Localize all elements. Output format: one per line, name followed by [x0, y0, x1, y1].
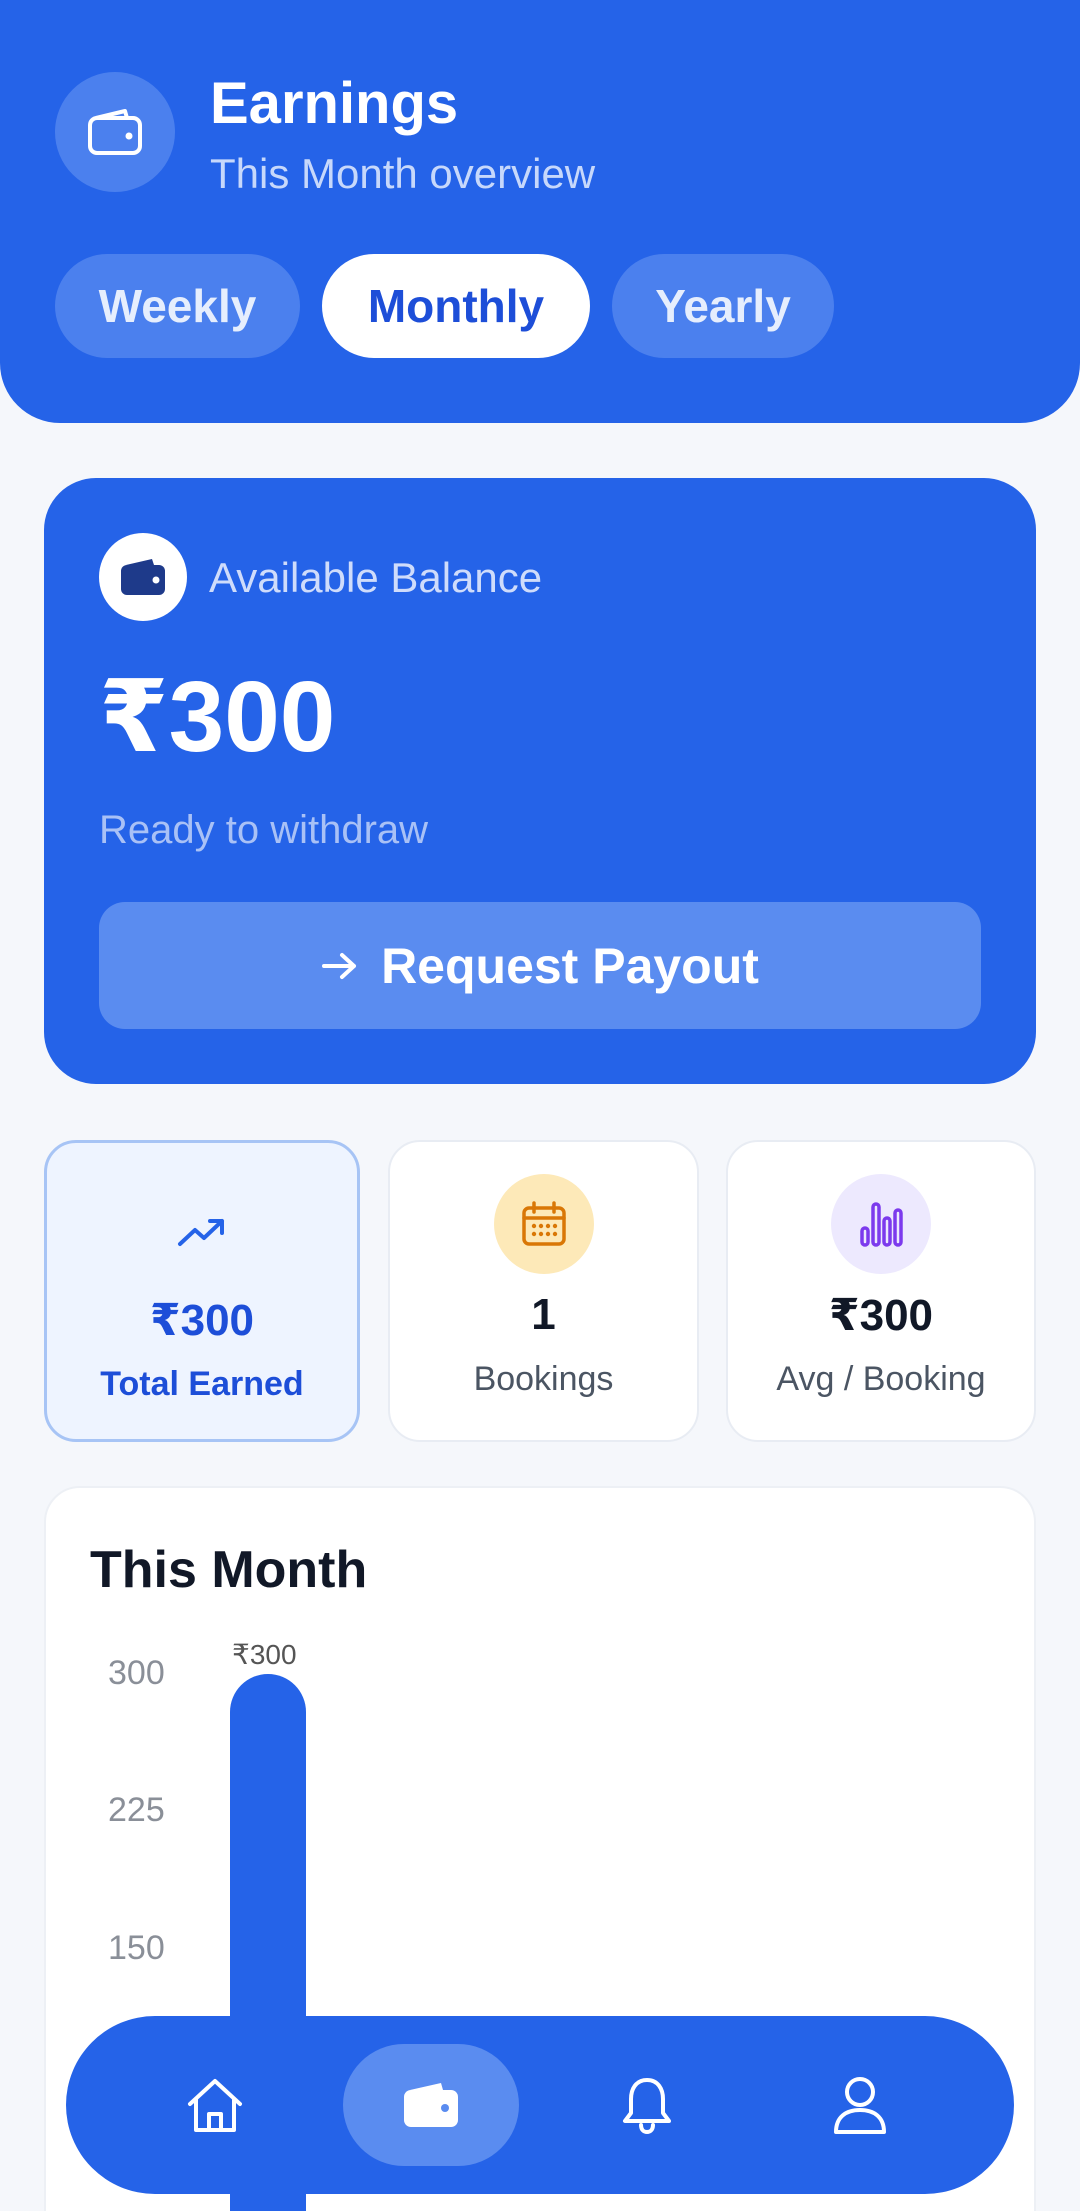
nav-home[interactable]	[127, 2044, 303, 2166]
wallet-icon	[404, 2083, 458, 2127]
wallet-icon	[99, 533, 187, 621]
y-tick-label: 225	[108, 1791, 165, 1829]
request-payout-button[interactable]: Request Payout	[99, 902, 981, 1029]
nav-profile[interactable]	[772, 2044, 948, 2166]
tab-yearly[interactable]: Yearly	[612, 254, 834, 358]
earnings-header: Earnings This Month overview Weekly Mont…	[0, 0, 1080, 423]
stat-label: Bookings	[473, 1360, 614, 1398]
y-tick-label: 300	[108, 1654, 165, 1692]
trending-up-icon	[152, 1183, 252, 1283]
nav-notifications[interactable]	[559, 2044, 735, 2166]
stat-label: Total Earned	[100, 1365, 304, 1403]
tab-monthly[interactable]: Monthly	[322, 254, 590, 358]
stat-total-earned: ₹300 Total Earned	[44, 1140, 360, 1442]
bottom-nav	[66, 2016, 1014, 2194]
balance-card: Available Balance ₹300 Ready to withdraw…	[44, 478, 1036, 1084]
stat-value: 1	[531, 1290, 556, 1339]
calendar-icon	[493, 1174, 594, 1274]
bell-icon	[623, 2078, 671, 2134]
page-subtitle: This Month overview	[210, 150, 596, 197]
balance-note: Ready to withdraw	[99, 808, 429, 852]
nav-wallet[interactable]	[343, 2044, 519, 2166]
tab-weekly[interactable]: Weekly	[55, 254, 300, 358]
page-title: Earnings	[210, 71, 459, 136]
arrow-right-icon	[322, 952, 357, 979]
user-icon	[834, 2077, 886, 2134]
home-icon	[188, 2079, 242, 2132]
bar-chart-icon	[831, 1174, 931, 1274]
stat-value: ₹300	[828, 1291, 934, 1340]
bar-data-label: ₹300	[232, 1639, 297, 1670]
chart-title: This Month	[90, 1541, 368, 1599]
balance-label: Available Balance	[209, 554, 543, 601]
y-tick-label: 150	[108, 1929, 165, 1967]
stat-avg-booking: ₹300 Avg / Booking	[726, 1140, 1036, 1442]
request-payout-label: Request Payout	[381, 937, 759, 994]
balance-amount: ₹300	[99, 661, 336, 773]
stat-bookings: 1 Bookings	[388, 1140, 699, 1442]
stat-value: ₹300	[149, 1296, 255, 1345]
wallet-icon	[55, 72, 175, 192]
stat-label: Avg / Booking	[776, 1360, 986, 1398]
